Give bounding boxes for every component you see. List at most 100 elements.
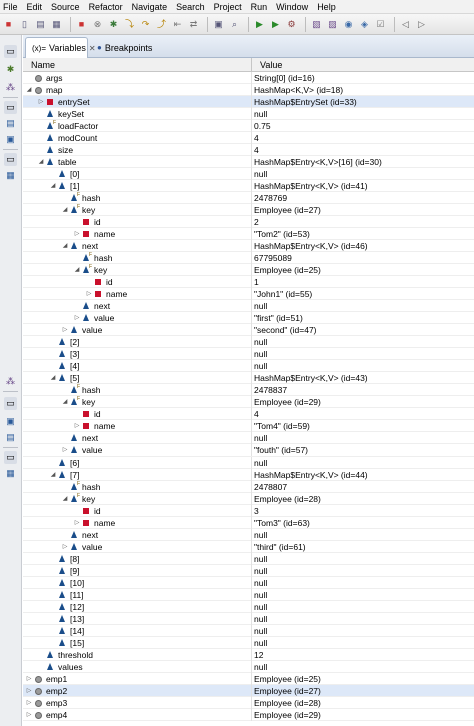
collapse-icon[interactable]: ◢ [49, 372, 57, 384]
hierarchy-view-icon[interactable]: ⁂ [4, 375, 17, 388]
menu-help[interactable]: Help [317, 0, 336, 14]
tree-row[interactable]: [9] null [23, 564, 474, 577]
tree-row[interactable]: next null [23, 300, 474, 313]
tree-row[interactable]: [13] null [23, 612, 474, 625]
tree-row[interactable]: ◢ table HashMap$Entry<K,V>[16] (id=30) [23, 156, 474, 169]
tree-row[interactable]: ▷ name "John1" (id=55) [23, 288, 474, 301]
external-tools-icon[interactable]: ⚙ [285, 18, 298, 31]
tab-variables[interactable]: (x)= Variables ✕ [25, 37, 96, 58]
new-class-icon[interactable]: ◉ [342, 18, 355, 31]
menu-run[interactable]: Run [251, 0, 268, 14]
tree-row[interactable]: FloadFactor 0.75 [23, 120, 474, 133]
collapse-icon[interactable]: ◢ [61, 240, 69, 252]
tree-row[interactable]: ▷ emp3 Employee (id=28) [23, 696, 474, 709]
tree-row[interactable]: ◢ Fkey Employee (id=25) [23, 264, 474, 277]
tree-row[interactable]: ▷ name "Tom2" (id=53) [23, 228, 474, 241]
restore-view-icon[interactable]: ▭ [4, 101, 17, 114]
tree-row[interactable]: ◢ Fkey Employee (id=29) [23, 396, 474, 409]
restore-view-icon[interactable]: ▭ [4, 451, 17, 464]
step-over-icon[interactable]: ↷ [139, 18, 152, 31]
expand-icon[interactable]: ▷ [73, 420, 81, 432]
debug-icon[interactable]: ✱ [107, 18, 120, 31]
tree-row[interactable]: [6] null [23, 456, 474, 469]
outline-view-icon[interactable]: ▣ [4, 415, 17, 428]
tree-row[interactable]: [2] null [23, 336, 474, 349]
open-console-icon[interactable]: ▣ [212, 18, 225, 31]
back-icon[interactable]: ◁ [399, 18, 412, 31]
tree-row[interactable]: ▷ value "second" (id=47) [23, 324, 474, 337]
expand-icon[interactable]: ▷ [25, 709, 33, 721]
menu-navigate[interactable]: Navigate [132, 0, 168, 14]
hierarchy-view-icon[interactable]: ⁂ [4, 81, 17, 94]
tree-row[interactable]: ▷ emp2 Employee (id=27) [23, 684, 474, 697]
menu-window[interactable]: Window [276, 0, 308, 14]
tree-row[interactable]: [11] null [23, 588, 474, 601]
tree-row[interactable]: [12] null [23, 600, 474, 613]
menu-file[interactable]: File [3, 0, 18, 14]
tree-row[interactable]: ▷ value "third" (id=61) [23, 540, 474, 553]
expand-icon[interactable]: ▷ [61, 324, 69, 336]
tree-row[interactable]: [3] null [23, 348, 474, 361]
task-icon[interactable]: ☑ [374, 18, 387, 31]
coverage-icon[interactable]: ▶ [269, 18, 282, 31]
expand-icon[interactable]: ▷ [61, 541, 69, 553]
tree-row[interactable]: [8] null [23, 552, 474, 565]
tree-row[interactable]: Fhash 2478837 [23, 384, 474, 397]
tree-row[interactable]: [15] null [23, 636, 474, 649]
tree-row[interactable]: ◢ Fkey Employee (id=27) [23, 204, 474, 217]
tree-row[interactable]: ▷ entrySet HashMap$EntrySet (id=33) [23, 96, 474, 109]
tree-row[interactable]: ◢ [1] HashMap$Entry<K,V> (id=41) [23, 180, 474, 193]
step-into-icon[interactable]: ⤵ [123, 18, 136, 31]
tree-row[interactable]: values null [23, 660, 474, 673]
tree-row[interactable]: [0] null [23, 168, 474, 181]
menu-refactor[interactable]: Refactor [89, 0, 123, 14]
console-view-icon[interactable]: ▦ [4, 169, 17, 182]
menu-source[interactable]: Source [51, 0, 80, 14]
forward-icon[interactable]: ▷ [415, 18, 428, 31]
tree-row[interactable]: args String[0] (id=16) [23, 72, 474, 85]
expand-icon[interactable]: ▷ [37, 96, 45, 108]
restore-view-icon[interactable]: ▭ [4, 153, 17, 166]
collapse-icon[interactable]: ◢ [25, 84, 33, 96]
editor-view-icon[interactable]: ▤ [4, 117, 17, 130]
tree-row[interactable]: ◢ Fkey Employee (id=28) [23, 492, 474, 505]
expand-icon[interactable]: ▷ [25, 685, 33, 697]
step-return-icon[interactable]: ⤴ [155, 18, 168, 31]
debug-view-icon[interactable]: ✱ [4, 63, 17, 76]
tab-breakpoints[interactable]: ● Breakpoints [91, 37, 161, 58]
restore-view-icon[interactable]: ▭ [4, 45, 17, 58]
use-step-filters-icon[interactable]: ⇄ [187, 18, 200, 31]
stop-icon[interactable]: ■ [75, 18, 88, 31]
column-header-value[interactable]: Value [252, 58, 474, 72]
tree-row[interactable]: threshold 12 [23, 648, 474, 661]
tree-row[interactable]: ▷ value "first" (id=51) [23, 312, 474, 325]
drop-frame-icon[interactable]: ⇤ [171, 18, 184, 31]
collapse-icon[interactable]: ◢ [49, 180, 57, 192]
tree-row[interactable]: ◢ next HashMap$Entry<K,V> (id=46) [23, 240, 474, 253]
tree-row[interactable]: id 1 [23, 276, 474, 289]
expand-icon[interactable]: ▷ [25, 697, 33, 709]
tree-row[interactable]: [14] null [23, 624, 474, 637]
collapse-icon[interactable]: ◢ [73, 264, 81, 276]
tree-row[interactable]: id 3 [23, 504, 474, 517]
disconnect-icon[interactable]: ⊗ [91, 18, 104, 31]
tree-row[interactable]: Fhash 2478769 [23, 192, 474, 205]
tree-row[interactable]: modCount 4 [23, 132, 474, 145]
tree-row[interactable]: Fhash 2478807 [23, 480, 474, 493]
collapse-icon[interactable]: ◢ [61, 396, 69, 408]
restore-view-icon[interactable]: ▭ [4, 397, 17, 410]
tree-row[interactable]: next null [23, 432, 474, 445]
run-icon[interactable]: ▶ [253, 18, 266, 31]
collapse-icon[interactable]: ◢ [61, 493, 69, 505]
tree-row[interactable]: [4] null [23, 360, 474, 373]
tree-row[interactable]: ▷ emp4 Employee (id=29) [23, 708, 474, 721]
collapse-icon[interactable]: ◢ [37, 156, 45, 168]
tree-row[interactable]: size 4 [23, 144, 474, 157]
tree-row[interactable]: Fhash 67795089 [23, 252, 474, 265]
expand-icon[interactable]: ▷ [85, 288, 93, 300]
open-type-icon[interactable]: ◈ [358, 18, 371, 31]
expand-icon[interactable]: ▷ [61, 444, 69, 456]
menu-project[interactable]: Project [214, 0, 242, 14]
tree-row[interactable]: [10] null [23, 576, 474, 589]
tasks-view-icon[interactable]: ▤ [4, 431, 17, 444]
